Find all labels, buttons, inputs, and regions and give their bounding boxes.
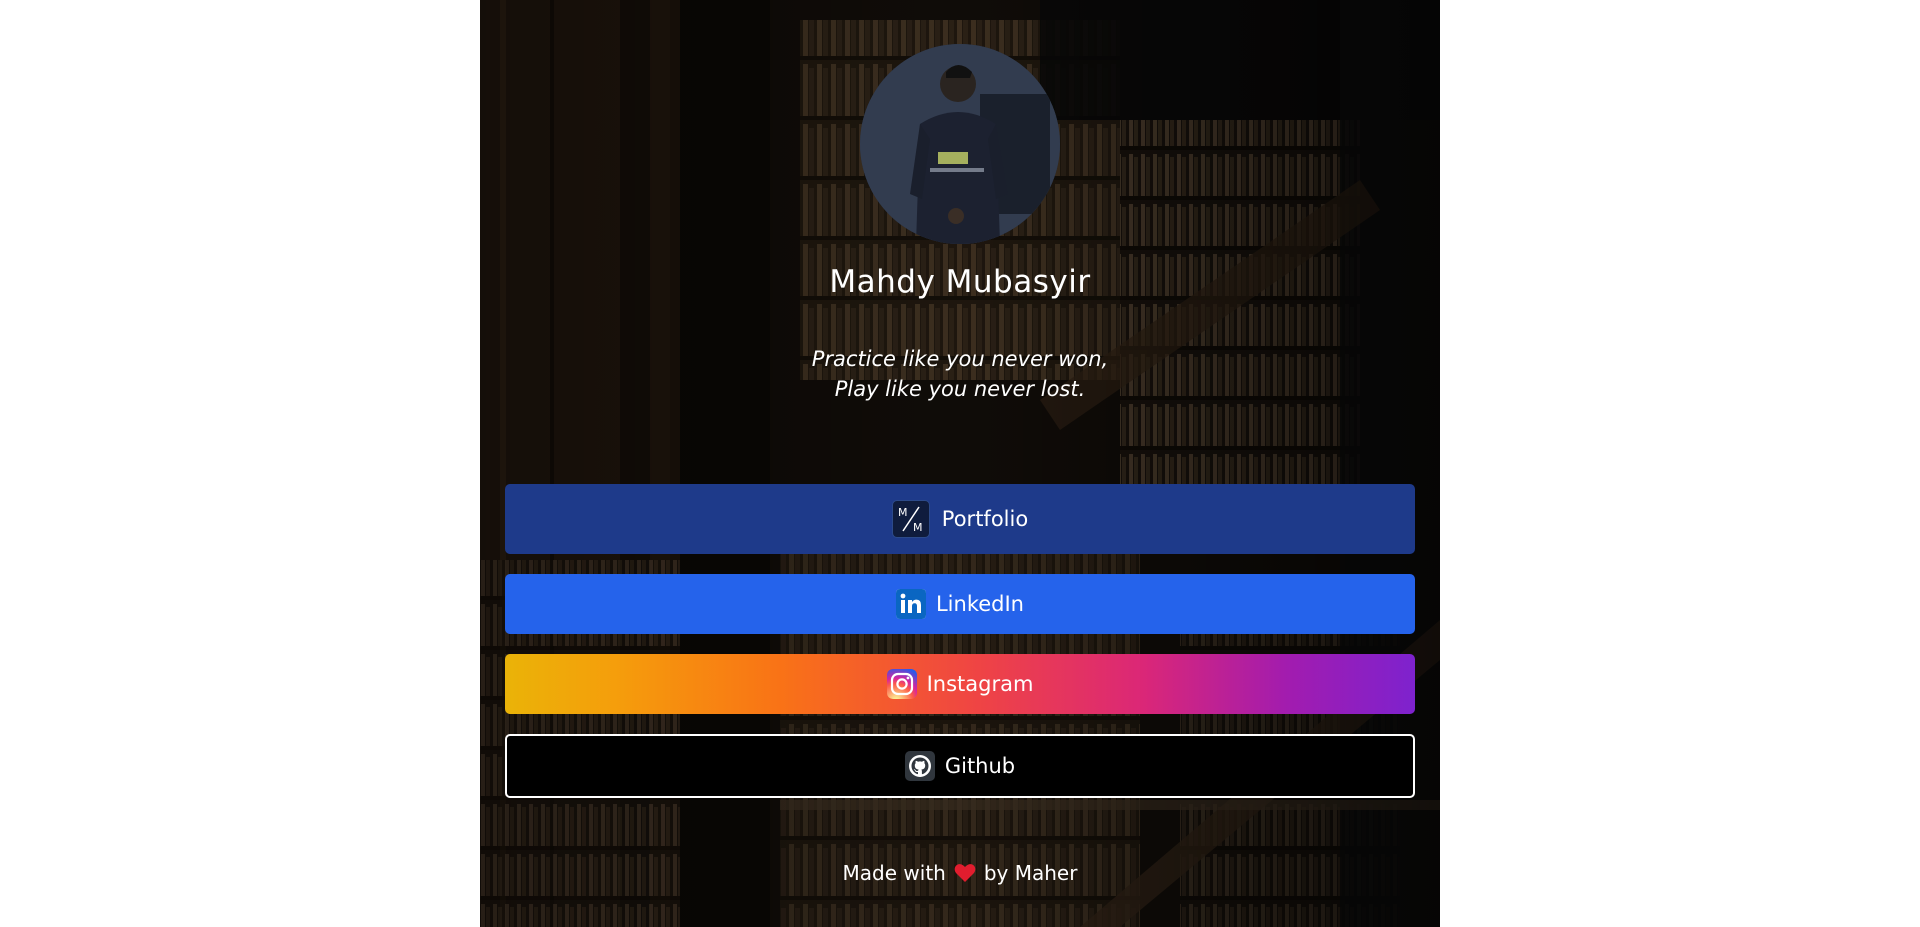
- github-label: Github: [944, 754, 1016, 778]
- instagram-icon: [886, 669, 917, 699]
- linkedin-icon: [895, 589, 926, 619]
- portfolio-label: Portfolio: [941, 507, 1029, 531]
- heart-icon: [954, 863, 976, 883]
- profile-content: Mahdy Mubasyir Practice like you never w…: [480, 0, 1440, 927]
- quote-line-1: Practice like you never won,: [811, 347, 1109, 371]
- linkedin-label: LinkedIn: [935, 592, 1024, 616]
- github-icon: [904, 751, 935, 781]
- profile-avatar: [860, 44, 1060, 244]
- instagram-label: Instagram: [926, 672, 1034, 696]
- github-button[interactable]: Github: [505, 734, 1415, 798]
- person-photo-icon: [860, 44, 1060, 244]
- svg-text:M: M: [898, 506, 908, 519]
- page: Mahdy Mubasyir Practice like you never w…: [0, 0, 1920, 927]
- footer-suffix: by Maher: [983, 861, 1078, 885]
- linkedin-button[interactable]: LinkedIn: [505, 574, 1415, 634]
- footer-prefix: Made with: [842, 861, 946, 885]
- footer: Made with by Maher: [480, 858, 1440, 888]
- link-tree-panel: Mahdy Mubasyir Practice like you never w…: [480, 0, 1440, 927]
- svg-text:M: M: [913, 521, 923, 534]
- instagram-button[interactable]: Instagram: [505, 654, 1415, 714]
- quote-line-2: Play like you never lost.: [834, 377, 1086, 401]
- profile-name: Mahdy Mubasyir: [829, 264, 1091, 300]
- profile-quote: Practice like you never won, Play like y…: [480, 344, 1440, 404]
- portfolio-button[interactable]: M M Portfolio: [505, 484, 1415, 554]
- mm-logo-icon: M M: [891, 500, 930, 538]
